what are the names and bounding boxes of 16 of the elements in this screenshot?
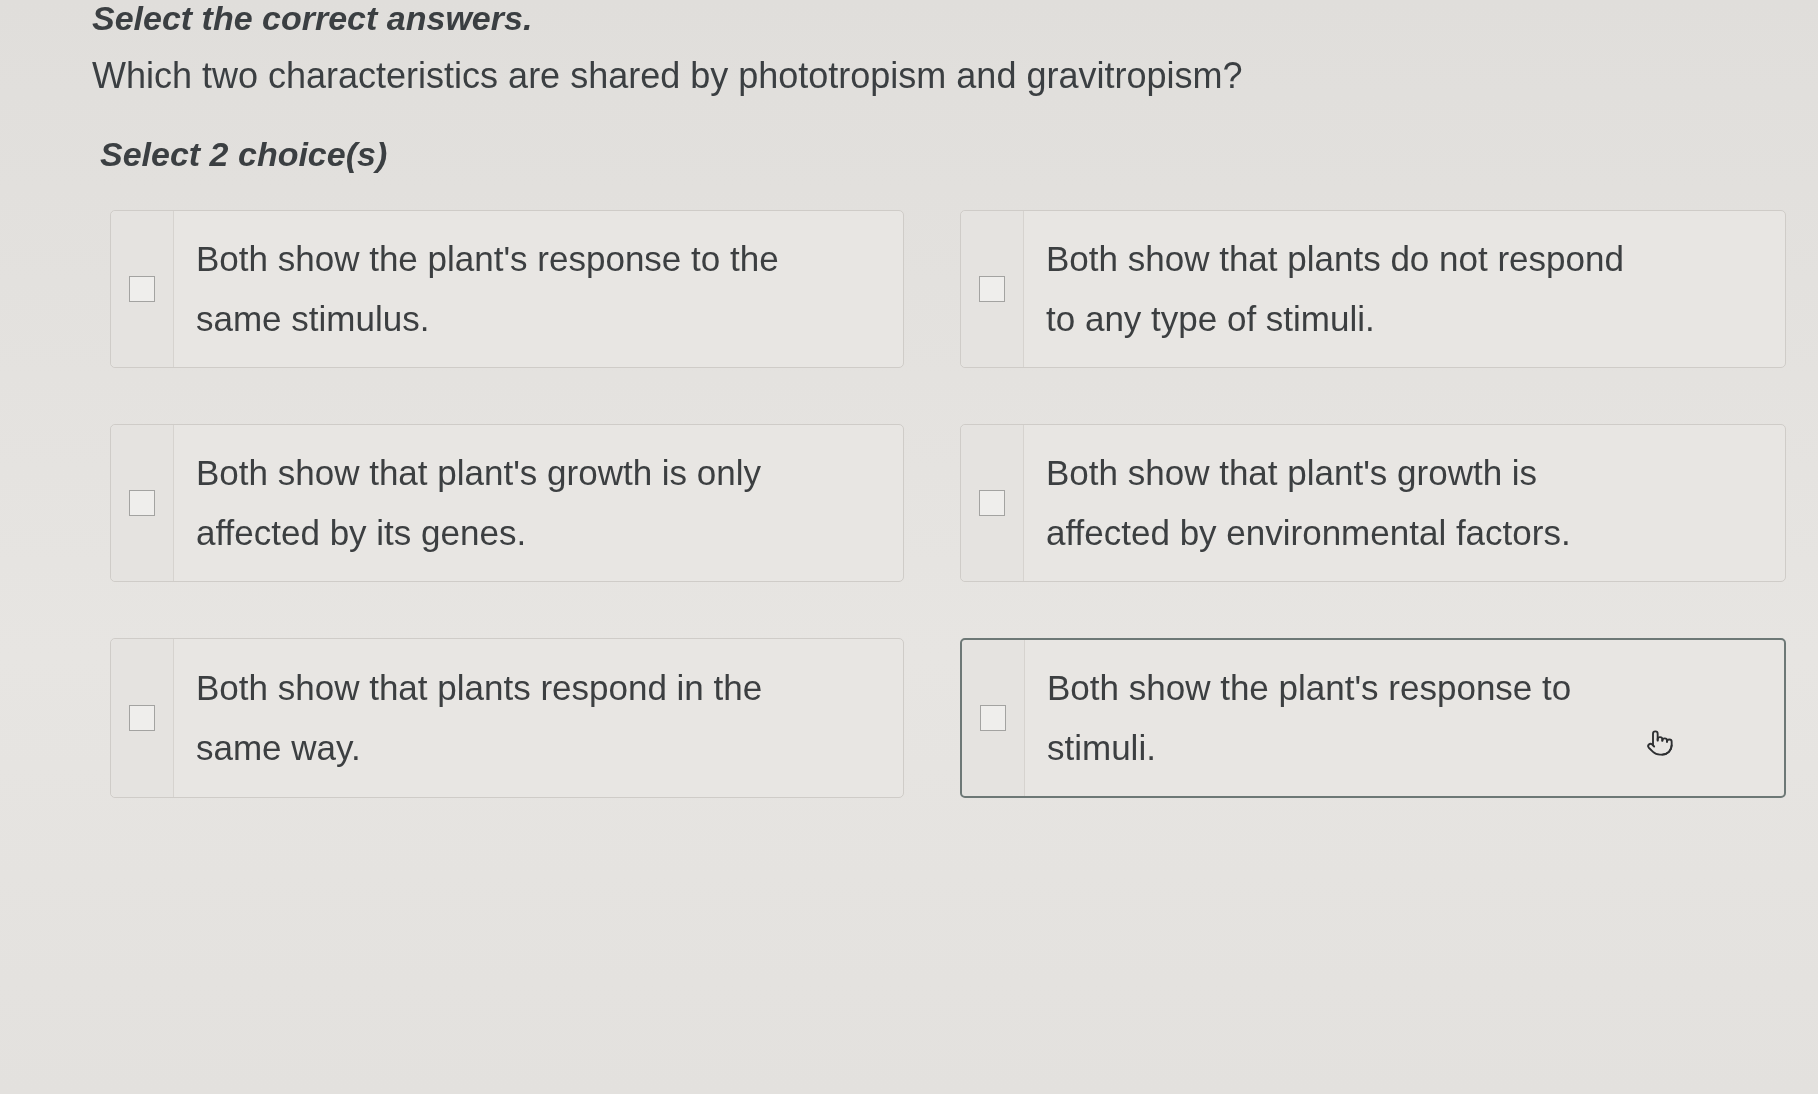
question-text: Which two characteristics are shared by phototropism and gravitropism?	[92, 54, 1243, 98]
hand-pointer-icon	[1646, 728, 1674, 758]
answer-choice[interactable]: Both show the plant's response to the same stimulus.	[110, 210, 904, 368]
checkbox[interactable]	[979, 490, 1005, 516]
answer-choice[interactable]: Both show the plant's response to stimuli.	[960, 638, 1786, 798]
choice-count-hint: Select 2 choice(s)	[100, 134, 388, 174]
answer-choice[interactable]: Both show that plant's growth is only affected by its genes.	[110, 424, 904, 582]
answer-choice[interactable]: Both show that plant's growth is affected by environmental factors.	[960, 424, 1786, 582]
instruction-text: Select the correct answers.	[92, 0, 533, 36]
checkbox[interactable]	[979, 276, 1005, 302]
checkbox[interactable]	[980, 705, 1006, 731]
checkbox[interactable]	[129, 705, 155, 731]
answer-choice[interactable]: Both show that plants respond in the same way.	[110, 638, 904, 798]
checkbox[interactable]	[129, 276, 155, 302]
checkbox[interactable]	[129, 490, 155, 516]
answer-choice[interactable]: Both show that plants do not respond to any type of stimuli.	[960, 210, 1786, 368]
